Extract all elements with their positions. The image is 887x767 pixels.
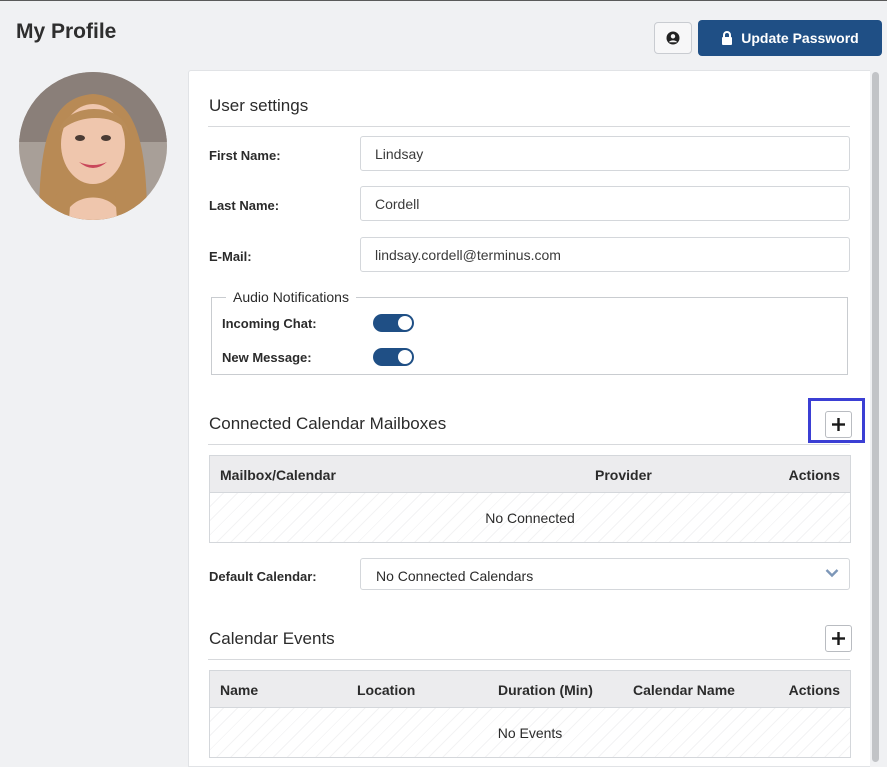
- toggle-knob: [398, 316, 412, 330]
- table-header: Mailbox/Calendar Provider Actions: [210, 456, 850, 493]
- table-empty-row: No Connected: [210, 493, 850, 542]
- first-name-field[interactable]: [360, 136, 850, 171]
- column-header: Name: [220, 682, 259, 698]
- table-empty-row: No Events: [210, 708, 850, 757]
- last-name-label: Last Name:: [209, 198, 280, 213]
- chevron-down-icon: [825, 569, 839, 578]
- incoming-chat-toggle[interactable]: [373, 314, 414, 332]
- column-header: Mailbox/Calendar: [220, 467, 336, 483]
- avatar: [19, 72, 167, 220]
- settings-card: User settings First Name: Last Name: E-M…: [188, 70, 881, 767]
- scrollbar-thumb[interactable]: [872, 72, 879, 762]
- empty-message: No Connected: [485, 510, 575, 526]
- audio-notifications-group: Audio Notifications Incoming Chat: New M…: [211, 289, 848, 375]
- user-settings-title: User settings: [209, 96, 309, 115]
- add-event-button[interactable]: [825, 625, 852, 652]
- divider: [208, 126, 850, 127]
- new-message-toggle[interactable]: [373, 348, 414, 366]
- lock-icon: [722, 31, 733, 45]
- profile-button[interactable]: [654, 22, 692, 54]
- user-circle-icon: [666, 31, 680, 45]
- new-message-label: New Message:: [222, 350, 312, 365]
- first-name-label: First Name:: [209, 148, 281, 163]
- column-header: Location: [357, 682, 416, 698]
- update-password-button[interactable]: Update Password: [698, 20, 882, 56]
- mailboxes-table: Mailbox/Calendar Provider Actions No Con…: [209, 455, 851, 543]
- window-top-border: [0, 0, 887, 1]
- mailboxes-title: Connected Calendar Mailboxes: [209, 414, 447, 433]
- table-header: Name Location Duration (Min) Calendar Na…: [210, 671, 850, 708]
- update-password-label: Update Password: [741, 30, 859, 46]
- column-header: Calendar Name: [633, 682, 735, 698]
- audio-notifications-legend: Audio Notifications: [226, 289, 356, 305]
- column-header: Actions: [788, 467, 840, 483]
- events-table: Name Location Duration (Min) Calendar Na…: [209, 670, 851, 758]
- divider: [208, 659, 850, 660]
- toggle-knob: [398, 350, 412, 364]
- add-mailbox-highlight: [808, 398, 865, 443]
- default-calendar-value: No Connected Calendars: [376, 568, 534, 584]
- divider: [208, 444, 850, 445]
- empty-message: No Events: [497, 725, 563, 741]
- scrollbar[interactable]: [870, 70, 881, 767]
- email-label: E-Mail:: [209, 249, 252, 264]
- page-title: My Profile: [16, 20, 117, 43]
- incoming-chat-label: Incoming Chat:: [222, 316, 317, 331]
- plus-icon: [832, 632, 845, 645]
- email-field[interactable]: [360, 237, 850, 272]
- default-calendar-label: Default Calendar:: [209, 569, 317, 584]
- column-header: Provider: [595, 467, 652, 483]
- last-name-field[interactable]: [360, 186, 850, 221]
- column-header: Duration (Min): [498, 682, 593, 698]
- column-header: Actions: [788, 682, 840, 698]
- calendar-events-title: Calendar Events: [209, 629, 335, 648]
- default-calendar-select[interactable]: No Connected Calendars: [360, 558, 850, 590]
